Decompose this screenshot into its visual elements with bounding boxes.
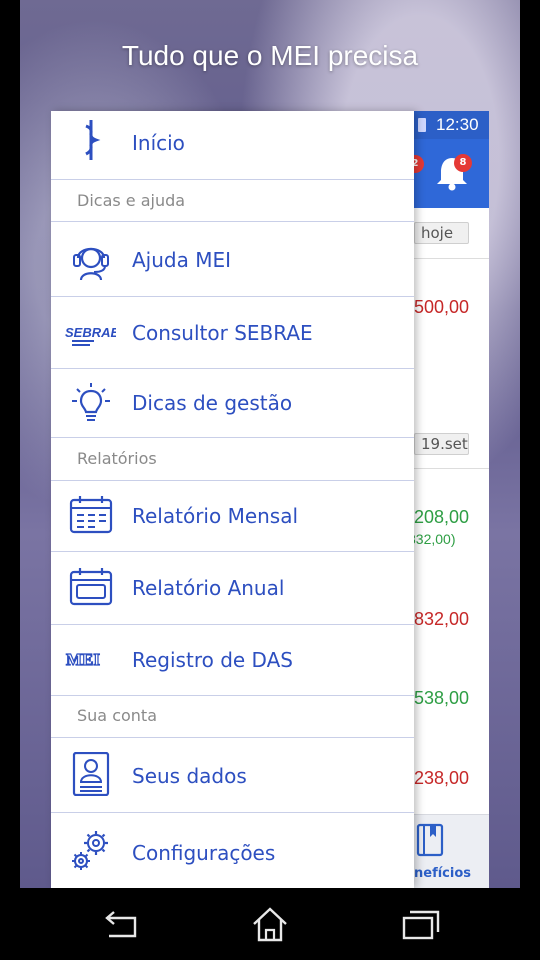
status-bar: 12:30 — [414, 111, 489, 139]
battery-icon — [418, 118, 426, 132]
chip-date[interactable]: 19.set — [414, 433, 469, 455]
menu-item-configuracoes[interactable]: Configurações — [51, 813, 414, 888]
status-time: 12:30 — [436, 115, 479, 134]
bottom-tab-bar: nefícios — [414, 814, 489, 888]
amount-value: 238,00 — [414, 768, 470, 788]
notification-badge[interactable]: 2 — [414, 155, 424, 173]
promo-title: Tudo que o MEI precisa — [121, 40, 419, 71]
back-icon[interactable] — [99, 904, 143, 944]
notification-count-badge: 8 — [454, 154, 472, 172]
menu-item-dicas-gestao[interactable]: Dicas de gestão — [51, 369, 414, 437]
section-label: Relatórios — [77, 449, 157, 468]
calendar-year-icon — [69, 568, 113, 606]
app-main-screen: 12:30 2 8 hoje 500,00 19.set 208,00 832,… — [414, 111, 489, 888]
svg-text:SEBRAE: SEBRAE — [65, 325, 116, 340]
gears-settings-icon — [72, 831, 108, 870]
menu-label-configuracoes: Configurações — [132, 841, 276, 865]
knot-logo-icon — [85, 120, 101, 160]
headset-support-icon — [73, 247, 109, 281]
menu-label-relatorio-mensal: Relatório Mensal — [132, 504, 299, 528]
navigation-drawer: Início Dicas e ajuda Ajuda MEI SEBRAE Co… — [51, 111, 414, 888]
divider — [414, 468, 489, 469]
home-icon[interactable] — [248, 904, 292, 944]
section-header-account: Sua conta — [51, 696, 414, 737]
section-label: Sua conta — [77, 706, 157, 725]
chip-today[interactable]: hoje — [414, 222, 469, 244]
menu-label-inicio: Início — [132, 131, 185, 155]
menu-item-relatorio-anual[interactable]: Relatório Anual — [51, 552, 414, 624]
tab-benefits-label[interactable]: nefícios — [414, 866, 471, 881]
lightbulb-icon — [72, 383, 110, 421]
section-label: Dicas e ajuda — [77, 191, 186, 210]
amount-value: 832,00 — [414, 609, 470, 629]
section-header-reports: Relatórios — [51, 438, 414, 480]
svg-text:MEI: MEI — [66, 650, 100, 669]
mei-logo-icon: MEI — [65, 649, 101, 669]
menu-label-relatorio-anual: Relatório Anual — [132, 576, 285, 600]
menu-label-consultor-sebrae: Consultor SEBRAE — [132, 321, 313, 345]
sebrae-logo-icon: SEBRAE — [65, 325, 116, 346]
menu-label-registro-das: Registro de DAS — [132, 648, 293, 672]
system-navigation-bar — [0, 888, 540, 960]
amount-subvalue: 832,00) — [414, 531, 456, 547]
menu-label-ajuda-mei: Ajuda MEI — [132, 248, 232, 272]
menu-label-dicas-gestao: Dicas de gestão — [132, 391, 293, 415]
section-header-tips: Dicas e ajuda — [51, 180, 414, 221]
amount-value: 208,00 — [414, 507, 470, 527]
menu-item-consultor-sebrae[interactable]: SEBRAE Consultor SEBRAE — [51, 297, 414, 368]
menu-item-seus-dados[interactable]: Seus dados — [51, 738, 414, 812]
divider — [414, 258, 489, 259]
menu-item-registro-das[interactable]: MEI Registro de DAS — [51, 625, 414, 695]
menu-item-ajuda-mei[interactable]: Ajuda MEI — [51, 222, 414, 296]
calendar-month-icon — [69, 496, 113, 534]
app-header: 2 8 — [414, 139, 489, 208]
amount-value: 500,00 — [414, 297, 470, 317]
menu-label-seus-dados: Seus dados — [132, 764, 247, 788]
recent-apps-icon[interactable] — [398, 904, 442, 944]
screen: Tudo que o MEI precisa 12:30 2 8 hoje 50… — [0, 0, 540, 960]
book-icon[interactable] — [416, 823, 444, 857]
menu-item-inicio[interactable]: Início — [51, 111, 414, 179]
menu-item-relatorio-mensal[interactable]: Relatório Mensal — [51, 481, 414, 551]
profile-card-icon — [72, 752, 110, 796]
amount-value: 538,00 — [414, 688, 470, 708]
